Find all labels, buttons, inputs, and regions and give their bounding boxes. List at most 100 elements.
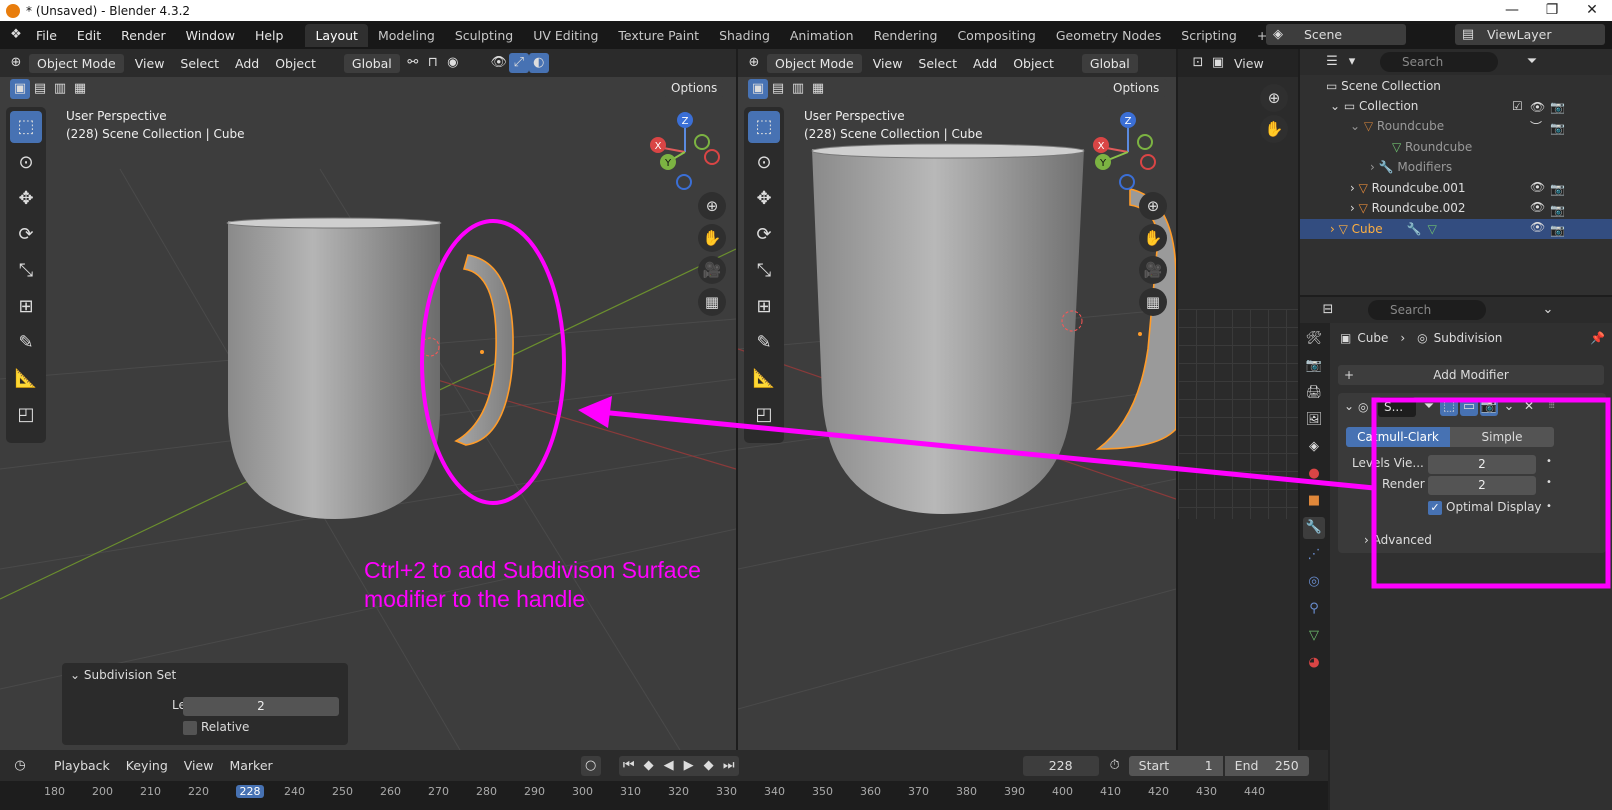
advanced-subpanel[interactable]: › Advanced bbox=[1364, 533, 1432, 547]
tab-rendering[interactable]: Rendering bbox=[864, 24, 948, 47]
render-camera-icon[interactable]: 📷 bbox=[1480, 398, 1498, 416]
transform-tool-icon[interactable]: ⊞ bbox=[10, 291, 42, 323]
ortho-grid-right-icon[interactable]: ▦ bbox=[1139, 288, 1167, 316]
start-frame-field[interactable]: Start 1 bbox=[1128, 755, 1223, 776]
properties-type-icon[interactable]: ⊟ bbox=[1318, 300, 1338, 320]
menu-edit[interactable]: Edit bbox=[67, 28, 111, 43]
add-modifier-button[interactable]: + Add Modifier bbox=[1338, 365, 1604, 385]
measure-tool-icon[interactable]: 📐 bbox=[10, 363, 42, 395]
menu-help[interactable]: Help bbox=[245, 28, 294, 43]
simple-button[interactable]: Simple bbox=[1450, 427, 1554, 447]
modifier-tab-icon[interactable]: 🔧 bbox=[1303, 517, 1325, 539]
auto-keying-icon[interactable]: ○ bbox=[580, 755, 601, 776]
outliner-search-input[interactable]: Search bbox=[1380, 52, 1498, 72]
stopwatch-icon[interactable]: ⏱ bbox=[1105, 756, 1125, 776]
timeline-view-menu[interactable]: View bbox=[176, 758, 222, 773]
drag-handle-icon[interactable]: ⁞⁞⁞ bbox=[1548, 397, 1556, 411]
mug-body[interactable] bbox=[228, 221, 440, 519]
menu-window[interactable]: Window bbox=[176, 28, 245, 43]
jump-end-icon[interactable]: ⏭ bbox=[719, 756, 739, 776]
render-levels-field[interactable]: 2 bbox=[1428, 476, 1536, 495]
mug-handle-right-selected[interactable] bbox=[1095, 188, 1176, 450]
remove-modifier-icon[interactable]: ✕ bbox=[1524, 399, 1534, 413]
image-zoom-icon[interactable]: ⊕ bbox=[1260, 84, 1288, 112]
menu-render[interactable]: Render bbox=[111, 28, 176, 43]
image-pan-hand-icon[interactable]: ✋ bbox=[1260, 115, 1288, 143]
marker-menu[interactable]: Marker bbox=[221, 758, 280, 773]
outliner-roundcube-002[interactable]: › ▽ Roundcube.002 bbox=[1350, 198, 1466, 218]
annotate-tool-right-icon[interactable]: ✎ bbox=[748, 327, 780, 359]
playback-menu[interactable]: Playback bbox=[46, 758, 118, 773]
image-editor-view-menu[interactable]: View bbox=[1228, 56, 1270, 71]
menu-object[interactable]: Object bbox=[267, 56, 324, 71]
optimal-display-checkbox[interactable]: ✓ bbox=[1428, 501, 1442, 515]
select-extend-icon[interactable]: ▤ bbox=[30, 79, 50, 99]
ortho-grid-icon[interactable]: ▦ bbox=[698, 288, 726, 316]
menu-view-right[interactable]: View bbox=[865, 56, 911, 71]
viewport-right[interactable]: ⊕ Object Mode View Select Add Object Glo… bbox=[738, 49, 1176, 750]
navigation-gizmo-right[interactable]: Z X Y bbox=[1083, 107, 1173, 197]
timeline-ruler[interactable]: 180 200 210 220 228 240 250 260 270 280 290 300 310 3… bbox=[0, 781, 1328, 810]
menu-file[interactable]: File bbox=[26, 28, 67, 43]
gizmo-toggle-icon[interactable]: ⤢ bbox=[508, 53, 529, 73]
constraints-tab-icon[interactable]: ⚲ bbox=[1303, 598, 1325, 620]
output-tab-icon[interactable]: 🖨 bbox=[1303, 382, 1325, 404]
pivot-icon[interactable]: ⚯ bbox=[403, 53, 423, 73]
outliner-roundcube[interactable]: ⌄ ▽ Roundcube bbox=[1350, 116, 1444, 136]
scale-tool-icon[interactable]: ⤡ bbox=[10, 255, 42, 287]
relative-checkbox[interactable] bbox=[183, 721, 197, 735]
levels-viewport-field[interactable]: 2 bbox=[1428, 455, 1536, 474]
scene-tab-icon[interactable]: ◈ bbox=[1303, 436, 1325, 458]
scale-tool-right-icon[interactable]: ⤡ bbox=[748, 255, 780, 287]
navigation-gizmo[interactable]: Z X Y bbox=[640, 107, 730, 197]
edit-mode-icon[interactable]: ⬚ bbox=[1440, 398, 1458, 416]
modifier-menu-chevron-icon[interactable]: ⌄ bbox=[1500, 398, 1518, 416]
tab-compositing[interactable]: Compositing bbox=[947, 24, 1045, 47]
orientation-selector-right[interactable]: Global bbox=[1081, 53, 1138, 73]
add-cube-tool-icon[interactable]: ◰ bbox=[10, 399, 42, 431]
timeline-editor-type-icon[interactable]: ◷ bbox=[10, 756, 30, 776]
add-cube-tool-right-icon[interactable]: ◰ bbox=[748, 399, 780, 431]
on-cage-icon[interactable]: ⏷ bbox=[1420, 398, 1438, 416]
orientation-selector[interactable]: Global bbox=[343, 53, 400, 73]
pan-hand-icon[interactable]: ✋ bbox=[698, 224, 726, 252]
outliner-display-mode-icon[interactable]: ▾ bbox=[1342, 52, 1362, 72]
realtime-monitor-icon[interactable]: ▭ bbox=[1460, 398, 1478, 416]
tab-shading[interactable]: Shading bbox=[709, 24, 780, 47]
move-tool-icon[interactable]: ✥ bbox=[10, 183, 42, 215]
keyframe-dot-icon[interactable]: • bbox=[1546, 477, 1552, 488]
tab-sculpting[interactable]: Sculpting bbox=[445, 24, 523, 47]
cursor-tool-right-icon[interactable]: ⊙ bbox=[748, 147, 780, 179]
particles-tab-icon[interactable]: ⋰ bbox=[1303, 544, 1325, 566]
outliner-roundcube-001[interactable]: › ▽ Roundcube.001 bbox=[1350, 178, 1466, 198]
visibility-icon[interactable]: 👁 bbox=[489, 53, 509, 73]
select-invert-icon[interactable]: ▦ bbox=[70, 79, 90, 99]
select-invert-right-icon[interactable]: ▦ bbox=[808, 79, 828, 99]
cursor-tool-icon[interactable]: ⊙ bbox=[10, 147, 42, 179]
measure-tool-right-icon[interactable]: 📐 bbox=[748, 363, 780, 395]
menu-select-right[interactable]: Select bbox=[910, 56, 965, 71]
jump-start-icon[interactable]: ⏮ bbox=[619, 756, 639, 776]
viewport-left[interactable]: ⊕ Object Mode View Select Add Object Glo… bbox=[0, 49, 736, 750]
outliner-collection[interactable]: ⌄ ▭ Collection bbox=[1330, 96, 1418, 116]
rotate-tool-right-icon[interactable]: ⟳ bbox=[748, 219, 780, 251]
select-tool-icon[interactable]: ⬚ bbox=[10, 111, 42, 143]
tab-texture-paint[interactable]: Texture Paint bbox=[608, 24, 709, 47]
image-mode-icon[interactable]: ▣ bbox=[1208, 53, 1228, 73]
select-tool-right-icon[interactable]: ⬚ bbox=[748, 111, 780, 143]
object-tab-icon[interactable]: ■ bbox=[1303, 490, 1325, 512]
menu-select[interactable]: Select bbox=[172, 56, 227, 71]
last-operator-header[interactable]: ⌄ Subdivision Set bbox=[62, 663, 348, 687]
editor-type-icon[interactable]: ⊕ bbox=[6, 53, 26, 73]
snap-icon[interactable]: ⊓ bbox=[423, 53, 443, 73]
outliner-roundcube-mesh[interactable]: ▽ Roundcube bbox=[1392, 137, 1472, 157]
maximize-button[interactable]: ❐ bbox=[1532, 0, 1572, 21]
tab-scripting[interactable]: Scripting bbox=[1171, 24, 1247, 47]
end-frame-field[interactable]: End 250 bbox=[1224, 755, 1309, 776]
play-reverse-icon[interactable]: ◀ bbox=[659, 756, 679, 776]
zoom-icon[interactable]: ⊕ bbox=[698, 192, 726, 220]
tab-animation[interactable]: Animation bbox=[780, 24, 864, 47]
filter-icon[interactable]: ⏷ bbox=[1522, 52, 1542, 72]
modifier-name-field[interactable]: S... bbox=[1378, 397, 1416, 417]
level-field[interactable]: 2 bbox=[183, 697, 339, 716]
